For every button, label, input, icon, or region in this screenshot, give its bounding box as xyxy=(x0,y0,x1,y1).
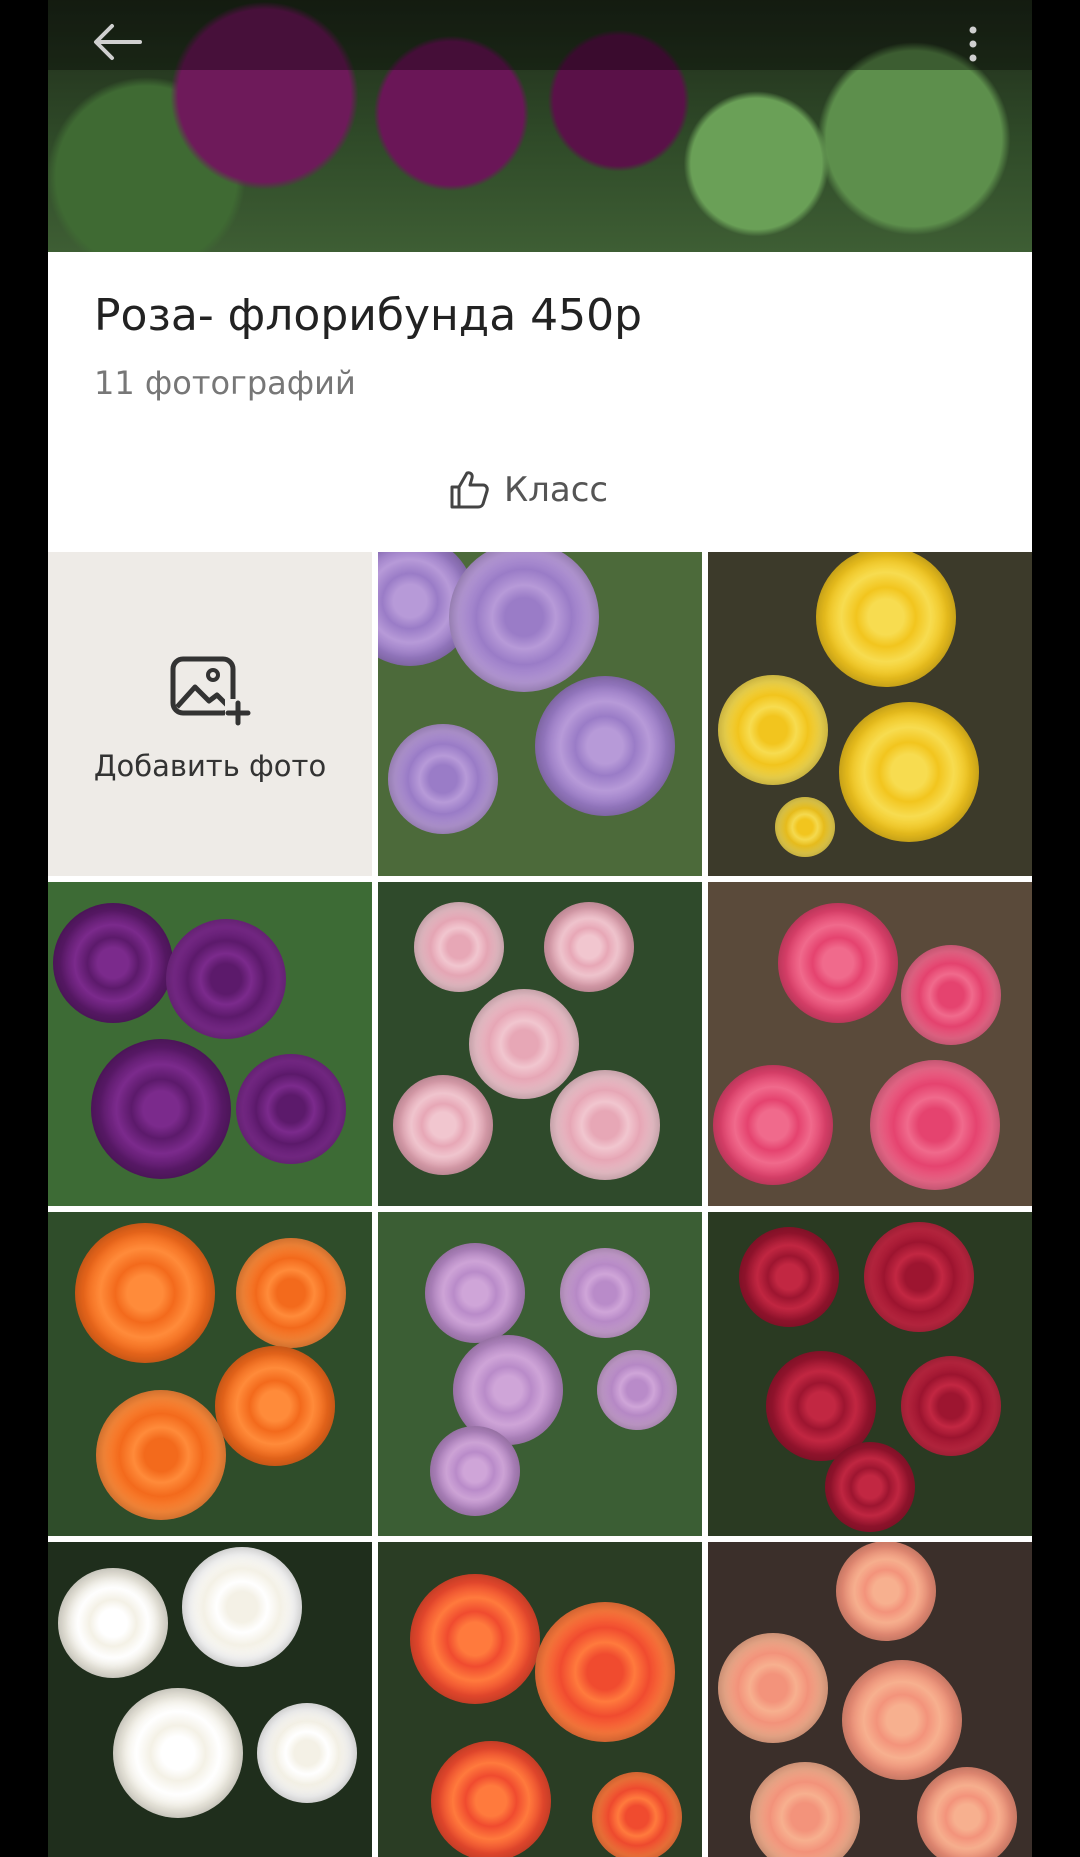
rose-blossom xyxy=(236,1238,346,1348)
photo-thumbnail[interactable] xyxy=(708,552,1032,876)
photo-count: 11 фотографий xyxy=(94,364,356,402)
rose-blossom xyxy=(468,989,579,1099)
rose-blossom xyxy=(816,552,957,687)
like-label: Класс xyxy=(504,470,609,510)
rose-blossom xyxy=(257,1702,358,1803)
rose-blossom xyxy=(534,676,675,817)
photo-grid: Добавить фото xyxy=(48,552,1032,1857)
rose-blossom xyxy=(549,1070,660,1180)
rose-blossom xyxy=(425,1243,526,1343)
rose-blossom xyxy=(869,1060,1000,1190)
top-bar xyxy=(48,0,1032,70)
rose-blossom xyxy=(825,1442,915,1533)
rose-blossom xyxy=(777,903,898,1023)
rose-blossom xyxy=(775,797,836,858)
rose-blossom xyxy=(430,1426,521,1517)
rose-blossom xyxy=(182,1546,303,1667)
rose-blossom xyxy=(717,1632,828,1743)
rose-blossom xyxy=(597,1350,678,1431)
photo-thumbnail[interactable] xyxy=(48,882,372,1206)
rose-blossom xyxy=(543,901,634,992)
rose-blossom xyxy=(57,1568,168,1678)
rose-blossom xyxy=(559,1248,650,1338)
rose-blossom xyxy=(166,919,287,1040)
photo-thumbnail[interactable] xyxy=(48,1542,372,1857)
rose-blossom xyxy=(112,1687,243,1818)
more-vertical-icon[interactable] xyxy=(968,26,978,62)
rose-blossom xyxy=(750,1762,861,1857)
add-image-icon xyxy=(170,656,251,726)
rose-blossom xyxy=(842,1660,963,1781)
rose-blossom xyxy=(901,1356,1001,1457)
rose-blossom xyxy=(717,675,828,786)
photo-thumbnail[interactable] xyxy=(48,1212,372,1536)
rose-blossom xyxy=(392,1075,493,1175)
rose-blossom xyxy=(96,1390,227,1520)
photo-thumbnail[interactable] xyxy=(378,882,702,1206)
rose-blossom xyxy=(431,1741,552,1857)
rose-blossom xyxy=(592,1772,683,1857)
album-info: Роза- флорибунда 450р 11 фотографий Клас… xyxy=(48,252,1032,552)
rose-blossom xyxy=(414,901,504,992)
rose-blossom xyxy=(838,702,979,843)
photo-thumbnail[interactable] xyxy=(708,882,1032,1206)
rose-blossom xyxy=(836,1542,937,1641)
album-cover-photo[interactable] xyxy=(48,0,1032,252)
like-button[interactable]: Класс xyxy=(448,464,608,516)
rose-blossom xyxy=(739,1226,839,1327)
add-photo-button[interactable]: Добавить фото xyxy=(48,552,372,876)
rose-blossom xyxy=(534,1601,675,1742)
album-title: Роза- флорибунда 450р xyxy=(94,290,643,341)
photo-thumbnail[interactable] xyxy=(708,1542,1032,1857)
rose-blossom xyxy=(214,1346,335,1467)
rose-blossom xyxy=(91,1038,232,1179)
rose-blossom xyxy=(863,1221,974,1332)
arrow-left-icon[interactable] xyxy=(90,22,144,62)
rose-blossom xyxy=(448,552,599,692)
rose-blossom xyxy=(387,723,498,834)
photo-thumbnail[interactable] xyxy=(378,552,702,876)
rose-blossom xyxy=(52,903,173,1023)
add-photo-label: Добавить фото xyxy=(93,749,327,783)
rose-blossom xyxy=(917,1767,1018,1857)
rose-blossom xyxy=(75,1223,216,1363)
album-screen: Роза- флорибунда 450р 11 фотографий Клас… xyxy=(48,0,1032,1857)
photo-thumbnail[interactable] xyxy=(378,1212,702,1536)
photo-thumbnail[interactable] xyxy=(378,1542,702,1857)
photo-thumbnail[interactable] xyxy=(708,1212,1032,1536)
rose-blossom xyxy=(712,1065,833,1185)
rose-blossom xyxy=(410,1574,541,1705)
thumbs-up-icon xyxy=(450,471,489,509)
rose-blossom xyxy=(236,1053,346,1164)
rose-blossom xyxy=(901,945,1001,1046)
